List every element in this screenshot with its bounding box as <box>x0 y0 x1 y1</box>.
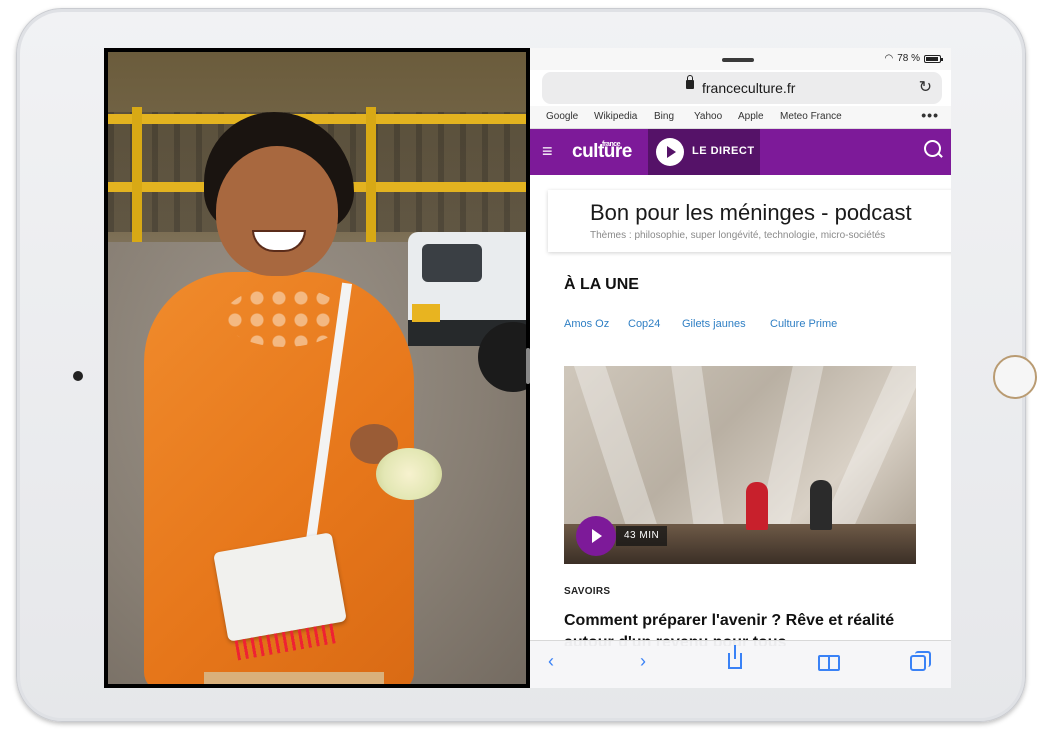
logo-small-text: france <box>602 141 621 148</box>
wifi-icon: ◠ <box>884 53 894 64</box>
tag-gilets-jaunes[interactable]: Gilets jaunes <box>682 318 746 330</box>
back-icon[interactable]: ‹ <box>548 651 554 672</box>
bookmark-meteo-france[interactable]: Meteo France <box>780 111 842 122</box>
play-icon <box>656 138 684 166</box>
promo-subtitle: Thèmes : philosophie, super longévité, t… <box>590 230 886 241</box>
live-button[interactable]: LE DIRECT <box>648 129 760 175</box>
podcast-promo-card[interactable]: Bon pour les méninges - podcast Thèmes :… <box>548 190 951 252</box>
address-bar[interactable]: franceculture.fr ↻ <box>542 72 942 104</box>
status-bar: ◠ 78 % <box>530 48 951 70</box>
photo-pane[interactable] <box>108 52 526 684</box>
multitasking-grabber-icon[interactable] <box>722 58 754 62</box>
section-title: À LA UNE <box>564 276 639 293</box>
bookmark-yahoo[interactable]: Yahoo <box>694 111 722 122</box>
bookmark-wikipedia[interactable]: Wikipedia <box>594 111 637 122</box>
article-image[interactable]: 43 MIN <box>564 366 916 564</box>
front-camera <box>73 371 83 381</box>
promo-title: Bon pour les méninges - podcast <box>590 200 912 225</box>
figurine-woman <box>746 482 768 530</box>
lock-icon <box>686 75 694 89</box>
flower <box>376 448 442 500</box>
reload-icon[interactable]: ↻ <box>919 77 932 97</box>
tabs-icon[interactable] <box>910 651 931 671</box>
article-category[interactable]: SAVOIRS <box>564 586 610 597</box>
bookmarks-icon[interactable] <box>818 655 840 671</box>
site-header: ≡ france culture LE DIRECT <box>530 129 951 175</box>
france-culture-logo[interactable]: france culture <box>572 141 632 161</box>
home-button[interactable] <box>993 355 1037 399</box>
safari-toolbar: ‹ › <box>530 640 951 688</box>
article-duration: 43 MIN <box>616 526 668 546</box>
bookmark-bing[interactable]: Bing <box>654 111 674 122</box>
battery-icon <box>924 54 943 63</box>
live-label: LE DIRECT <box>692 145 755 157</box>
split-screen: ◠ 78 % franceculture.fr ↻ Google Wikiped… <box>104 48 951 688</box>
battery-percent: 78 % <box>897 53 920 64</box>
safari-pane: ◠ 78 % franceculture.fr ↻ Google Wikiped… <box>530 48 951 688</box>
bookmark-apple[interactable]: Apple <box>738 111 764 122</box>
tag-culture-prime[interactable]: Culture Prime <box>770 318 837 330</box>
share-icon[interactable] <box>728 645 742 669</box>
figurine-man <box>810 480 832 530</box>
bookmark-google[interactable]: Google <box>546 111 578 122</box>
tag-amos-oz[interactable]: Amos Oz <box>564 318 609 330</box>
hamburger-menu-icon[interactable]: ≡ <box>542 141 553 162</box>
search-icon[interactable] <box>924 140 941 157</box>
favorites-bar: Google Wikipedia Bing Yahoo Apple Meteo … <box>530 106 951 129</box>
address-domain: franceculture.fr <box>702 80 796 96</box>
article-play-icon[interactable] <box>576 516 616 556</box>
shoulder-bag <box>213 532 347 642</box>
smiling-child <box>144 112 464 684</box>
more-bookmarks-icon[interactable]: ••• <box>921 107 939 123</box>
tag-cop24[interactable]: Cop24 <box>628 318 660 330</box>
forward-icon[interactable]: › <box>640 651 646 672</box>
